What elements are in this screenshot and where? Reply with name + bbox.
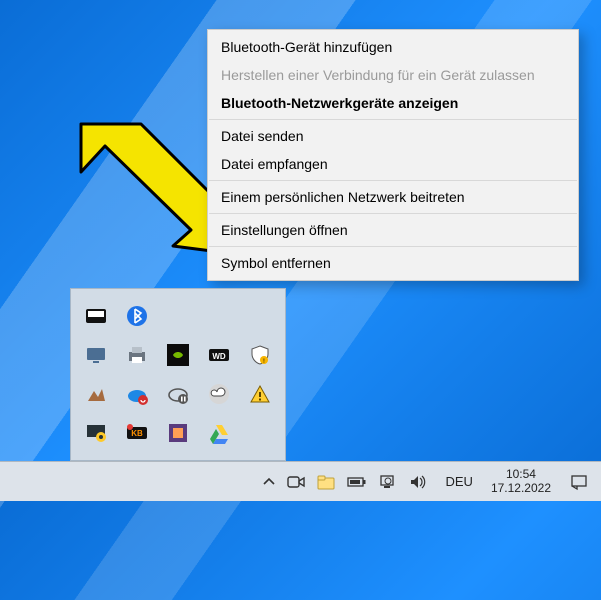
language-indicator[interactable]: DEU <box>437 474 480 489</box>
tray-empty-slot <box>248 421 272 445</box>
taskbar-system-icons <box>277 473 437 491</box>
menu-item-open-settings[interactable]: Einstellungen öffnen <box>209 216 577 244</box>
google-drive-icon[interactable] <box>207 421 231 445</box>
nvidia-icon[interactable] <box>166 343 190 367</box>
taskbar-date: 17.12.2022 <box>491 482 551 496</box>
taskbar-clock[interactable]: 10:54 17.12.2022 <box>481 468 561 496</box>
tray-empty-slot <box>248 304 272 328</box>
camera-overlay-icon[interactable] <box>84 421 108 445</box>
warning-triangle-icon[interactable] <box>248 382 272 406</box>
menu-item-remove-symbol[interactable]: Symbol entfernen <box>209 249 577 277</box>
menu-separator <box>209 246 577 247</box>
volume-icon[interactable] <box>409 473 427 491</box>
tray-overflow-flyout: WD ! KB <box>70 288 286 461</box>
creative-cloud-icon[interactable] <box>207 382 231 406</box>
svg-text:WD: WD <box>212 352 226 361</box>
onedrive-sync-icon[interactable] <box>125 382 149 406</box>
display-settings-icon[interactable] <box>84 343 108 367</box>
menu-separator <box>209 180 577 181</box>
bluetooth-icon[interactable] <box>125 304 149 328</box>
menu-item-receive-file[interactable]: Datei empfangen <box>209 150 577 178</box>
explorer-icon[interactable] <box>317 473 335 491</box>
elevation-icon[interactable] <box>84 382 108 406</box>
color-square-icon[interactable] <box>166 421 190 445</box>
wd-drive-icon[interactable]: WD <box>207 343 231 367</box>
keyboard-indicator-icon[interactable] <box>84 304 108 328</box>
network-icon[interactable] <box>379 473 397 491</box>
menu-item-send-file[interactable]: Datei senden <box>209 122 577 150</box>
meet-now-icon[interactable] <box>287 473 305 491</box>
action-center-icon[interactable] <box>569 472 589 492</box>
bluetooth-context-menu: Bluetooth-Gerät hinzufügen Herstellen ei… <box>207 29 579 281</box>
recorder-kb-icon[interactable]: KB <box>125 421 149 445</box>
tray-empty-slot <box>166 304 190 328</box>
tray-overflow-chevron[interactable] <box>261 474 277 490</box>
menu-item-join-personal-network[interactable]: Einem persönlichen Netzwerk beitreten <box>209 183 577 211</box>
taskbar: DEU 10:54 17.12.2022 <box>0 461 601 501</box>
cloud-pause-icon[interactable] <box>166 382 190 406</box>
printer-icon[interactable] <box>125 343 149 367</box>
menu-item-add-device[interactable]: Bluetooth-Gerät hinzufügen <box>209 33 577 61</box>
menu-separator <box>209 119 577 120</box>
menu-item-show-network-devices[interactable]: Bluetooth-Netzwerkgeräte anzeigen <box>209 89 577 117</box>
security-shield-icon[interactable]: ! <box>248 343 272 367</box>
tray-empty-slot <box>207 304 231 328</box>
battery-icon[interactable] <box>347 473 367 491</box>
svg-text:KB: KB <box>131 429 143 438</box>
menu-separator <box>209 213 577 214</box>
taskbar-time: 10:54 <box>491 468 551 482</box>
menu-item-allow-connection: Herstellen einer Verbindung für ein Gerä… <box>209 61 577 89</box>
